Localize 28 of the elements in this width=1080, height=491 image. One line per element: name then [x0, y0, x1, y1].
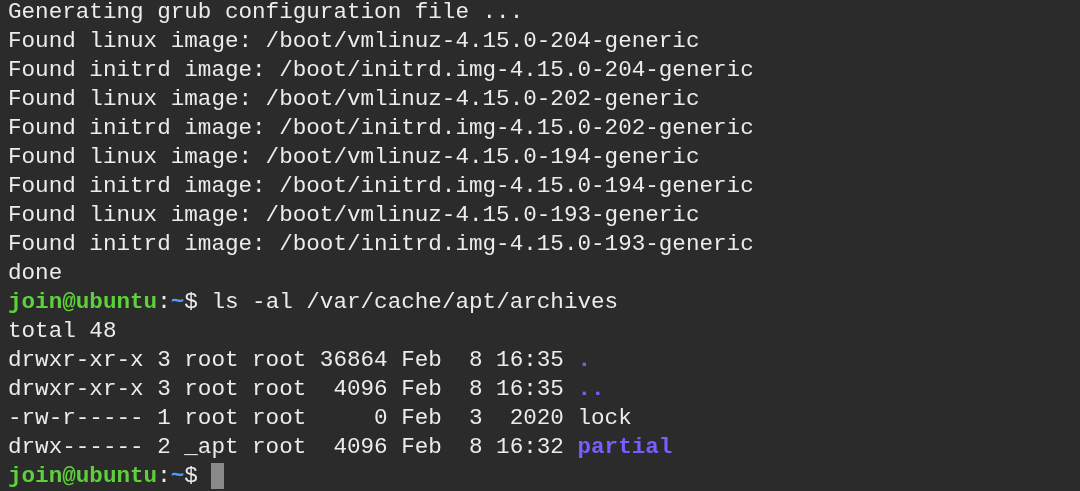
command-text: ls -al /var/cache/apt/archives: [211, 289, 619, 315]
listing-details: drwxr-xr-x 3 root root 36864 Feb 8 16:35: [8, 347, 564, 373]
output-line: Found initrd image: /boot/initrd.img-4.15.0-204-generic: [8, 57, 754, 83]
prompt-symbol: $: [184, 289, 198, 315]
output-line: Found initrd image: /boot/initrd.img-4.15.0-193-generic: [8, 231, 754, 257]
prompt-path: ~: [170, 463, 185, 489]
prompt-symbol: $: [184, 463, 198, 489]
output-line: Found linux image: /boot/vmlinuz-4.15.0-202-generic: [8, 86, 700, 112]
output-line: Found linux image: /boot/vmlinuz-4.15.0-204-generic: [8, 28, 700, 54]
output-line: Found linux image: /boot/vmlinuz-4.15.0-193-generic: [8, 202, 700, 228]
prompt-user: join@ubuntu: [8, 289, 158, 315]
output-line: Generating grub configuration file ...: [8, 0, 524, 25]
listing-details: drwxr-xr-x 3 root root 4096 Feb 8 16:35: [8, 376, 564, 402]
file-name: ..: [577, 376, 605, 402]
prompt-separator: :: [157, 289, 171, 315]
output-line: Found initrd image: /boot/initrd.img-4.15.0-202-generic: [8, 115, 754, 141]
output-line: Found linux image: /boot/vmlinuz-4.15.0-194-generic: [8, 144, 700, 170]
prompt-path: ~: [170, 289, 185, 315]
output-line: done: [8, 260, 63, 286]
listing-details: drwx------ 2 _apt root 4096 Feb 8 16:32: [8, 434, 564, 460]
listing-details: -rw-r----- 1 root root 0 Feb 3 2020: [8, 405, 564, 431]
file-name: partial: [577, 434, 673, 460]
prompt-separator: :: [157, 463, 171, 489]
output-line: Found initrd image: /boot/initrd.img-4.15.0-194-generic: [8, 173, 754, 199]
file-name: .: [577, 347, 592, 373]
file-name: lock: [577, 405, 632, 431]
output-line: total 48: [8, 318, 117, 344]
prompt-user: join@ubuntu: [8, 463, 158, 489]
